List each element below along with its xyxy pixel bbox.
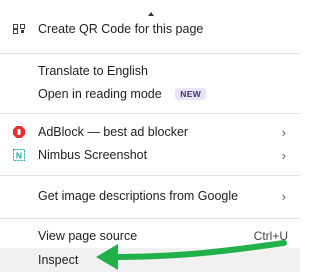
annotation-arrow-icon: [96, 240, 287, 270]
